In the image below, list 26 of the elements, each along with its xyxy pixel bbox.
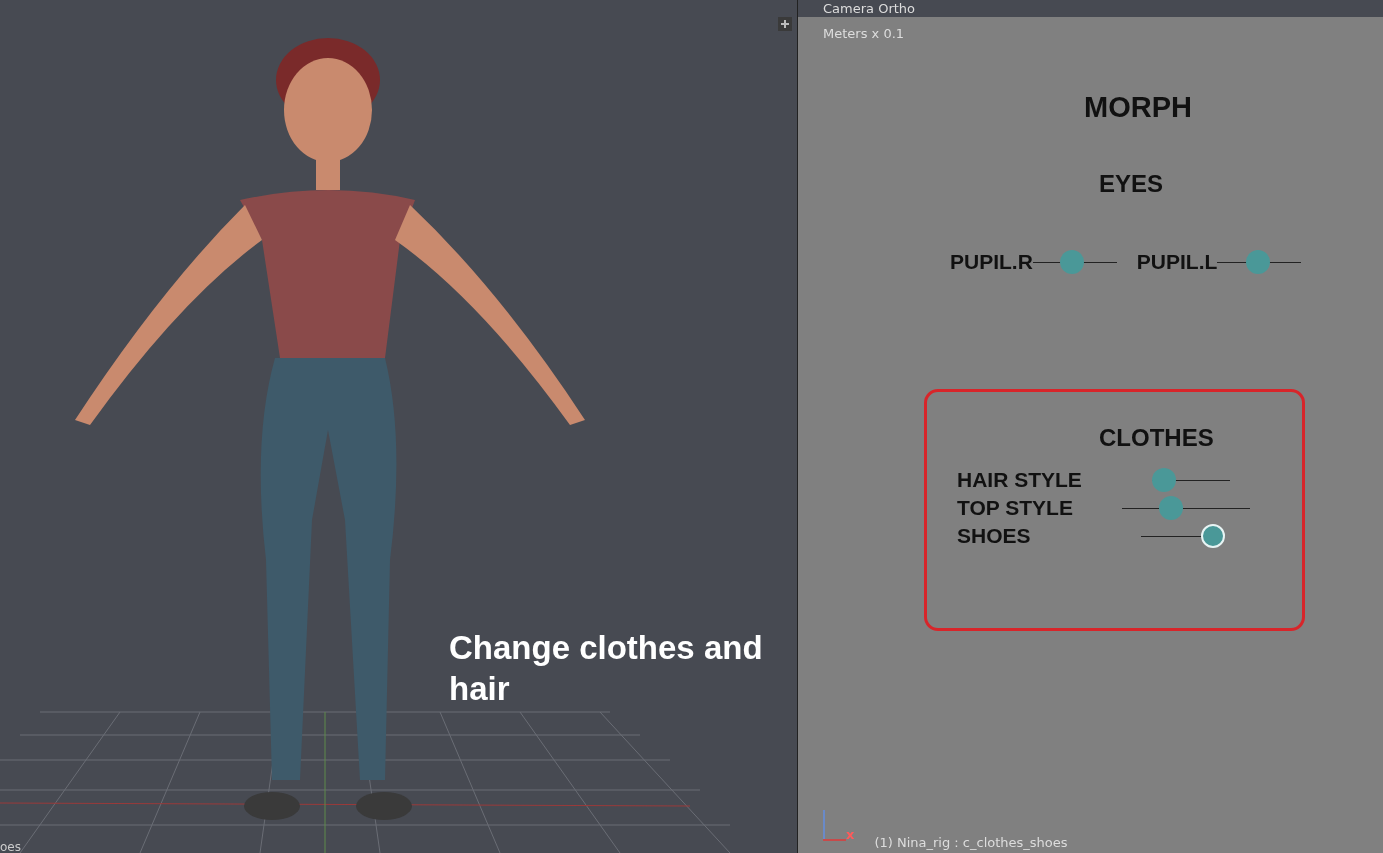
slider-track[interactable] xyxy=(1122,496,1250,520)
slider-track[interactable] xyxy=(1032,250,1117,274)
slider-label: TOP STYLE xyxy=(957,496,1074,520)
axis-label: x xyxy=(846,827,855,842)
caption-text: Change clothes and hair xyxy=(449,628,764,709)
add-icon[interactable] xyxy=(778,17,792,31)
view-name-text: Camera Ortho xyxy=(823,1,915,16)
slider-track[interactable] xyxy=(1217,250,1302,274)
units-text: Meters x 0.1 xyxy=(822,25,906,41)
slider-handle[interactable] xyxy=(1152,468,1176,492)
slider-track[interactable] xyxy=(1152,468,1230,492)
morph-heading: MORPH xyxy=(1084,91,1192,124)
3d-viewport[interactable]: Change clothes and hair oes xyxy=(0,0,798,853)
slider-label: PUPIL.R xyxy=(950,250,1033,274)
slider-label: PUPIL.L xyxy=(1136,250,1218,274)
clothes-heading: CLOTHES xyxy=(1099,424,1214,452)
slider-handle[interactable] xyxy=(1159,496,1184,520)
slider-handle[interactable] xyxy=(1059,250,1084,274)
slider-label: HAIR STYLE xyxy=(957,468,1083,492)
object-name-text: oes xyxy=(0,841,21,853)
slider-handle[interactable] xyxy=(1201,524,1225,548)
slider-track[interactable] xyxy=(1141,524,1225,548)
slider-label: SHOES xyxy=(957,524,1032,548)
slider-handle[interactable] xyxy=(1245,250,1270,274)
status-text: (1) Nina_rig : c_clothes_shoes xyxy=(874,836,1068,850)
eyes-heading: EYES xyxy=(1099,170,1164,198)
